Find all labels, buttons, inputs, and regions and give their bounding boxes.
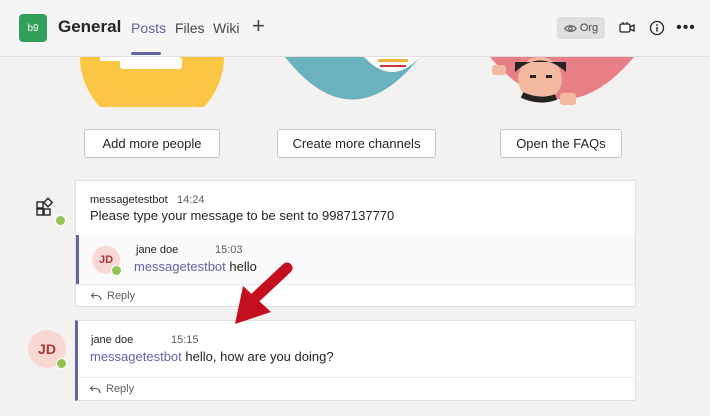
message-timestamp: 14:24	[177, 194, 205, 206]
mention-link[interactable]: messagetestbot	[134, 259, 226, 274]
team-avatar[interactable]: b9	[19, 14, 47, 42]
open-faqs-button[interactable]: Open the FAQs	[500, 129, 622, 158]
info-icon[interactable]	[647, 18, 667, 38]
bot-avatar[interactable]	[31, 196, 66, 226]
channel-title: General	[58, 17, 122, 36]
org-label: Org	[579, 22, 599, 34]
message-body: hello, how are you doing?	[185, 349, 334, 364]
message-sender[interactable]: jane doe	[136, 244, 178, 256]
add-tab-button[interactable]: +	[252, 15, 265, 37]
create-more-channels-button[interactable]: Create more channels	[277, 129, 436, 158]
org-button[interactable]: Org	[557, 17, 605, 39]
more-options-icon[interactable]: •••	[676, 18, 696, 38]
tab-wiki[interactable]: Wiki	[213, 20, 239, 36]
welcome-illustrations	[0, 57, 710, 107]
message-text: messagetestbot hello, how are you doing?	[90, 349, 334, 364]
tab-posts[interactable]: Posts	[131, 20, 166, 36]
message-timestamp: 15:03	[215, 244, 243, 256]
message-text: Please type your message to be sent to 9…	[90, 208, 395, 223]
annotation-arrow-icon	[235, 262, 293, 324]
message-sender[interactable]: jane doe	[91, 334, 133, 346]
avatar-initials: JD	[98, 254, 114, 266]
tab-files[interactable]: Files	[175, 20, 205, 36]
welcome-illustration-art	[80, 57, 634, 107]
thread-card: jane doe 15:15 messagetestbot hello, how…	[75, 320, 636, 401]
avatar[interactable]: JD	[28, 330, 67, 369]
reply-row[interactable]: Reply	[76, 284, 635, 307]
channel-header: b9 General Posts Files Wiki + Org •••	[0, 0, 710, 57]
reply-arrow-icon	[90, 292, 102, 300]
presence-available-badge	[55, 215, 66, 226]
add-more-people-button[interactable]: Add more people	[84, 129, 220, 158]
reply-arrow-icon	[89, 385, 101, 393]
meet-now-icon[interactable]	[617, 18, 637, 38]
avatar[interactable]: JD	[92, 246, 122, 276]
avatar-initials: JD	[38, 341, 56, 357]
bot-app-icon	[36, 197, 54, 216]
eye-icon	[564, 24, 577, 32]
thread-card: messagetestbot 14:24 Please type your me…	[75, 180, 636, 307]
reply-button[interactable]: Reply	[106, 383, 134, 395]
reply-button[interactable]: Reply	[107, 290, 135, 302]
message-timestamp: 15:15	[171, 334, 199, 346]
message-sender[interactable]: messagetestbot	[90, 194, 168, 206]
mention-link[interactable]: messagetestbot	[90, 349, 182, 364]
active-tab-indicator	[131, 52, 161, 55]
reply-message: JD jane doe 15:03 messagetestbot hello	[76, 235, 635, 284]
reply-row[interactable]: Reply	[78, 377, 634, 400]
presence-available-badge	[111, 265, 122, 276]
presence-available-badge	[56, 358, 67, 369]
